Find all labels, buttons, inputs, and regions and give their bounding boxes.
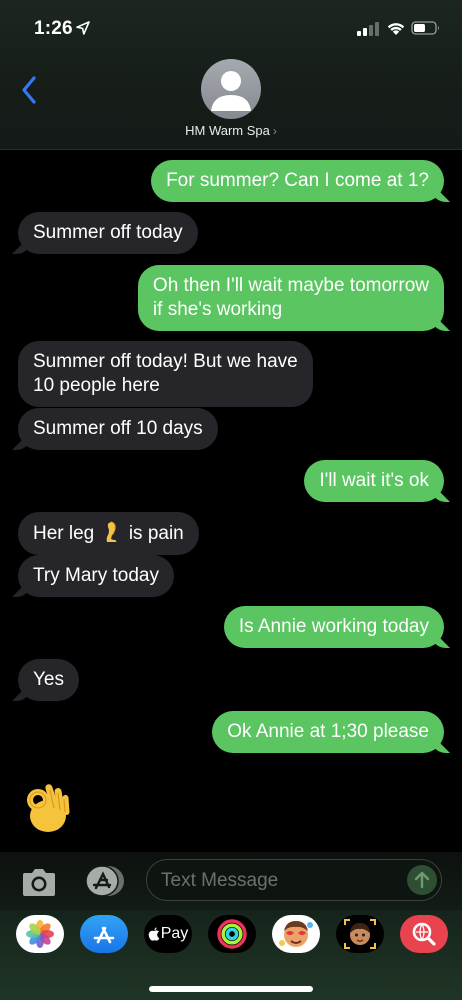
message-text-line: 10 people here [33,375,160,396]
chevron-right-icon: › [272,124,277,138]
message-bubble-incoming[interactable]: Yes [18,659,79,701]
message-bubble-incoming[interactable]: Her leg is pain [18,512,199,555]
apple-pay-app-icon [148,927,160,941]
animoji-app-button[interactable] [336,915,384,953]
message-bubble-outgoing[interactable]: For summer? Can I come at 1? [151,160,444,202]
send-button[interactable] [407,865,437,895]
apple-pay-label: Pay [160,925,189,942]
message-text-line: Summer off today! But we have [33,351,298,372]
web-image-search-app-icon [412,922,436,946]
message-text-field[interactable] [146,859,442,901]
wifi-icon [387,23,405,35]
message-bubble-outgoing[interactable]: Ok Annie at 1;30 please [212,711,444,753]
app-store-app-button[interactable] [80,915,128,953]
ok-hand-emoji[interactable] [24,778,74,834]
message-bubble-outgoing[interactable]: I'll wait it's ok [304,460,444,502]
photos-app-icon [26,920,54,948]
chevron-left-icon [22,76,36,104]
leg-emoji [106,521,116,542]
message-bubble-incoming[interactable]: Summer off today [18,212,198,254]
person-silhouette-icon [211,71,251,111]
compose-bar [0,852,462,910]
memoji-stickers-app-button[interactable] [272,915,320,953]
battery-icon [411,21,439,35]
apps-button[interactable] [80,864,126,898]
message-text: For summer? Can I come at 1? [166,170,429,191]
imessage-app-drawer: Pay [0,910,462,1000]
message-bubble-incoming[interactable]: Summer off today! But we have 10 people … [18,341,313,407]
contact-avatar[interactable] [201,59,261,119]
message-text: Is Annie working today [238,616,429,637]
message-bubble-incoming[interactable]: Try Mary today [18,555,174,597]
camera-button[interactable] [20,868,58,898]
message-text-line: if she's working [152,299,283,320]
message-text: Yes [33,669,64,690]
app-store-icon [85,865,124,897]
status-bar: 1:26 [0,0,462,56]
apple-pay-app-button[interactable]: Pay [144,915,192,953]
activity-app-button[interactable] [208,915,256,953]
message-thread: For summer? Can I come at 1? Summer off … [0,150,462,850]
status-time: 1:26 [34,18,73,39]
back-button[interactable] [14,70,44,110]
animoji-app-icon [344,919,376,949]
contact-name: HM Warm Spa [185,123,270,138]
activity-app-icon [217,919,247,949]
message-text: Summer off 10 days [33,418,203,439]
conversation-header: 1:26 HM Warm Spa › [0,0,462,150]
home-indicator[interactable] [149,986,313,992]
app-store-app-icon [93,926,115,944]
message-input[interactable] [161,869,401,893]
message-text: Try Mary today [33,565,159,586]
message-bubble-outgoing[interactable]: Is Annie working today [223,606,444,648]
cellular-signal-icon [357,22,379,36]
web-image-search-app-button[interactable] [400,915,448,953]
message-text: Her leg [33,523,95,544]
message-bubble-incoming[interactable]: Summer off 10 days [18,408,218,450]
arrow-up-icon [414,871,430,889]
contact-name-button[interactable]: HM Warm Spa › [0,123,462,138]
message-text: Ok Annie at 1;30 please [227,721,429,742]
camera-icon [23,869,55,896]
message-text: I'll wait it's ok [319,470,429,491]
memoji-stickers-app-icon [279,921,313,947]
photos-app-button[interactable] [16,915,64,953]
message-bubble-outgoing[interactable]: Oh then I'll wait maybe tomorrow if she'… [137,265,444,331]
message-text-line: Oh then I'll wait maybe tomorrow [152,275,429,296]
message-text: Summer off today [33,222,183,243]
message-text: is pain [128,523,184,544]
location-arrow-icon [76,21,90,35]
